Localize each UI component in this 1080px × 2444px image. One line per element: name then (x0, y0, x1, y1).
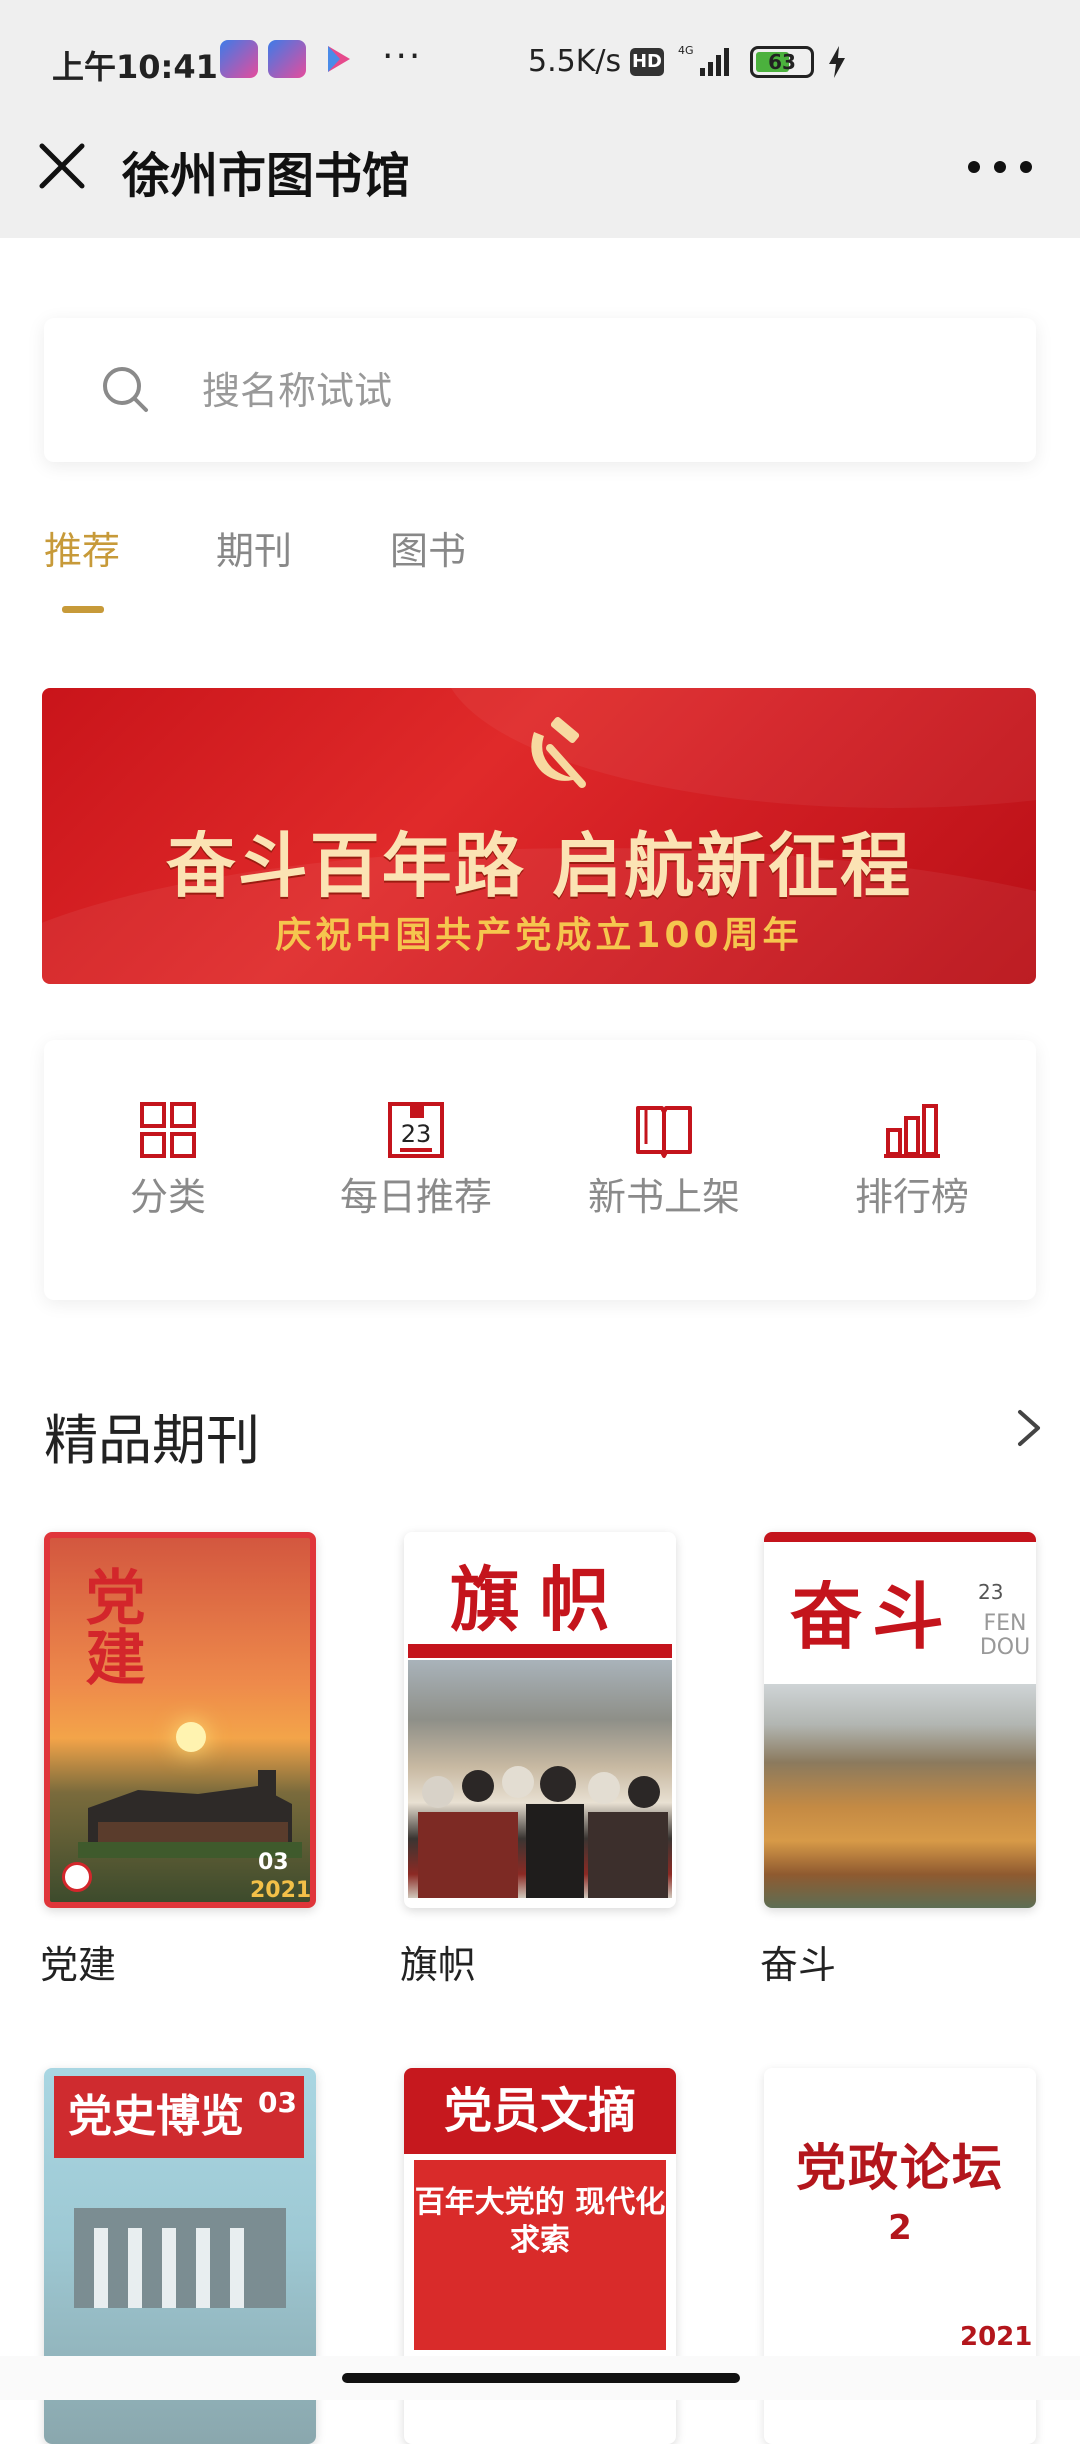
signal-icon: 4G (678, 44, 729, 76)
battery-icon: 63 (750, 46, 814, 78)
tab-journals[interactable]: 期刊 (216, 520, 292, 575)
cover-title: 党建 (75, 1566, 145, 1686)
banner-subtitle: 庆祝中国共产党成立100周年 (275, 915, 803, 956)
quick-nav-label: 分类 (129, 1175, 206, 1219)
cover-year: 2021 (960, 2322, 1033, 2352)
section-title: 精品期刊 (44, 1409, 260, 1472)
journal-cover[interactable]: 奋斗 23 FEN DOU (764, 1532, 1036, 1908)
quick-nav-daily[interactable]: 23 每日推荐 (316, 1100, 516, 1240)
cover-subtitle: FEN DOU (979, 1611, 1031, 1660)
tab-books[interactable]: 图书 (390, 520, 466, 575)
search-bar[interactable] (44, 318, 1036, 462)
close-icon[interactable] (34, 138, 90, 194)
calendar-date: 23 (401, 1120, 432, 1148)
cover-title: 奋斗 (790, 1575, 955, 1659)
quick-nav-label: 新书上架 (587, 1175, 740, 1219)
charging-icon (829, 46, 845, 78)
page-title: 徐州市图书馆 (122, 148, 411, 204)
status-time: 上午10:41 (52, 48, 218, 86)
quick-nav-label: 每日推荐 (339, 1175, 492, 1219)
quick-nav-label: 排行榜 (854, 1175, 969, 1219)
cover-crowd (418, 1766, 668, 1898)
search-input[interactable] (200, 348, 984, 434)
calendar-icon: 23 (388, 1102, 444, 1158)
chevron-right-icon[interactable] (1010, 1404, 1050, 1452)
app-notification-icon (220, 40, 258, 78)
journal-cover[interactable]: 党建 03 2021 (44, 1532, 316, 1908)
active-tab-indicator (62, 606, 104, 613)
journal-name[interactable]: 旗帜 (400, 1934, 476, 1989)
cover-building (78, 1770, 302, 1858)
party-emblem-icon (531, 716, 586, 788)
bar-chart-icon (884, 1104, 940, 1158)
app-notification-icon (268, 40, 306, 78)
quick-nav-card: 分类 23 每日推荐 新书上架 排行榜 (44, 1040, 1036, 1300)
cover-photo (74, 2208, 286, 2308)
cover-band (408, 1644, 672, 1658)
journal-name[interactable]: 奋斗 (760, 1934, 836, 1989)
cover-sun (176, 1722, 206, 1752)
banner-slogan: 奋斗百年路 启航新征程 (165, 825, 913, 907)
journal-name[interactable]: 党建 (40, 1934, 116, 1989)
quick-nav-ranking[interactable]: 排行榜 (812, 1100, 1012, 1240)
more-notifications-icon: ··· (382, 36, 423, 77)
cover-issue: 2 (888, 2208, 912, 2248)
cover-photo (764, 1684, 1036, 1908)
play-app-icon (328, 46, 350, 72)
cover-title: 党员文摘 (404, 2068, 676, 2154)
cover-title: 旗帜 (450, 1559, 630, 1641)
cover-band (764, 1532, 1036, 1542)
svg-text:4G: 4G (678, 44, 694, 57)
cover-title: 党政论坛 (796, 2139, 1004, 2197)
quick-nav-categories[interactable]: 分类 (68, 1100, 268, 1240)
journal-cover[interactable]: 旗帜 (404, 1532, 676, 1908)
quick-nav-new-books[interactable]: 新书上架 (564, 1100, 764, 1240)
home-indicator[interactable] (342, 2373, 740, 2383)
battery-level: 63 (768, 50, 796, 74)
status-bar: 上午10:41 ··· 5.5K/s HD 4G 63 (0, 0, 1080, 126)
cover-issue: 03 (258, 2086, 297, 2119)
cover-year: 2021 (250, 1878, 312, 1903)
search-icon (103, 367, 148, 412)
cover-headline: 百年大党的 现代化求索 (414, 2185, 666, 2258)
net-speed: 5.5K/s (528, 44, 622, 79)
cover-issue: 03 (258, 1850, 289, 1875)
grid-icon (140, 1102, 196, 1158)
more-horizontal-icon[interactable] (960, 150, 1040, 184)
tab-recommend[interactable]: 推荐 (44, 520, 120, 575)
cover-issue: 23 (978, 1580, 1004, 1604)
promo-banner[interactable]: 奋斗百年路 启航新征程 庆祝中国共产党成立100周年 (42, 688, 1036, 984)
hd-icon: HD (630, 48, 664, 76)
book-open-icon (636, 1106, 692, 1158)
cover-logo (62, 1862, 92, 1892)
